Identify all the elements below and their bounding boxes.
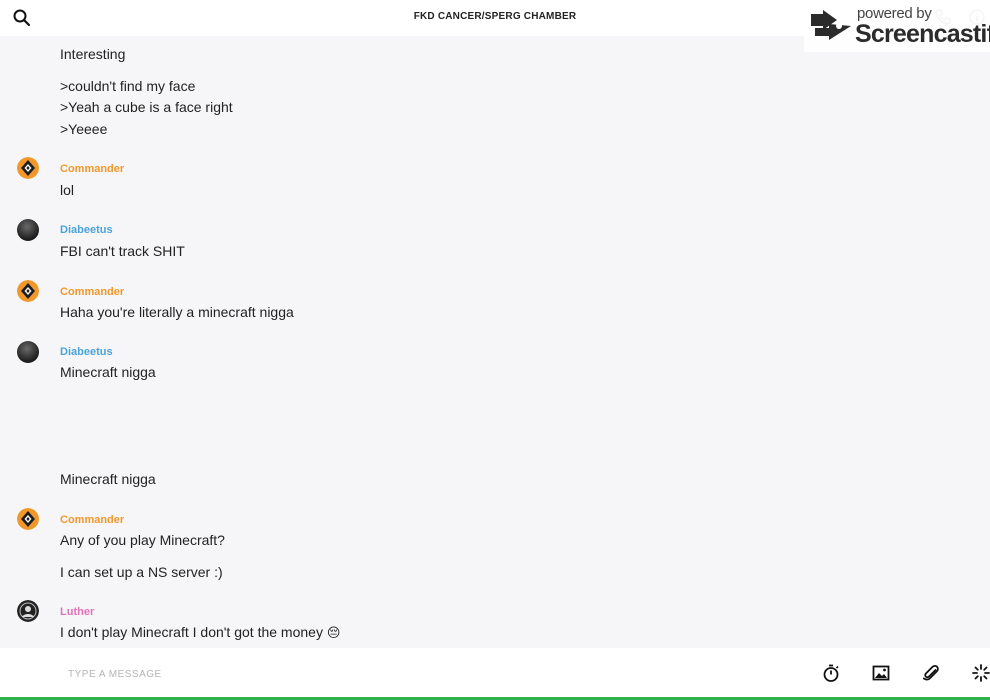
author-name[interactable]: Diabeetus — [60, 346, 113, 358]
effects-button[interactable] — [970, 662, 990, 684]
avatar-commander[interactable] — [17, 508, 39, 530]
avatar-diabeetus[interactable] — [17, 341, 39, 363]
author-name[interactable]: Luther — [60, 606, 94, 618]
pensive-emoji: 😔 — [326, 626, 341, 641]
sparkle-icon — [972, 664, 990, 682]
attach-button[interactable] — [920, 662, 942, 684]
message-input[interactable] — [58, 662, 658, 686]
luther-avatar-icon — [17, 600, 39, 622]
message-text: >Yeah a cube is a face right — [60, 99, 233, 115]
message-text: I can set up a NS server :) — [60, 564, 223, 580]
author-name[interactable]: Commander — [60, 286, 124, 298]
timer-icon — [823, 664, 839, 682]
message-text: Haha you're literally a minecraft nigga — [60, 304, 294, 320]
message-text: >couldn't find my face — [60, 78, 196, 94]
avatar-commander[interactable] — [17, 280, 39, 302]
message-text: Any of you play Minecraft? — [60, 532, 225, 548]
author-name[interactable]: Commander — [60, 514, 124, 526]
message-text: I don't play Minecraft I don't got the m… — [60, 624, 340, 641]
message-text: Interesting — [60, 46, 126, 62]
message-text: Minecraft nigga — [60, 471, 156, 487]
timer-button[interactable] — [820, 662, 842, 684]
message-text: >Yeeee — [60, 121, 108, 137]
message-text: FBI can't track SHIT — [60, 243, 185, 259]
message-text: Minecraft nigga — [60, 364, 156, 380]
message-text: lol — [60, 182, 75, 198]
message-body: I don't play Minecraft I don't got the m… — [60, 624, 323, 640]
author-name[interactable]: Diabeetus — [60, 224, 113, 236]
avatar-diabeetus[interactable] — [17, 219, 39, 241]
avatar-luther[interactable] — [17, 600, 39, 622]
avatar-commander[interactable] — [17, 157, 39, 179]
composer-bar — [0, 648, 990, 700]
paperclip-icon — [922, 665, 939, 681]
message-list: Interesting >couldn't find my face >Yeah… — [0, 36, 990, 648]
commander-avatar-icon — [17, 280, 39, 302]
commander-avatar-icon — [17, 508, 39, 530]
image-button[interactable] — [870, 662, 892, 684]
commander-avatar-icon — [17, 157, 39, 179]
image-icon — [872, 665, 890, 681]
author-name[interactable]: Commander — [60, 163, 124, 175]
